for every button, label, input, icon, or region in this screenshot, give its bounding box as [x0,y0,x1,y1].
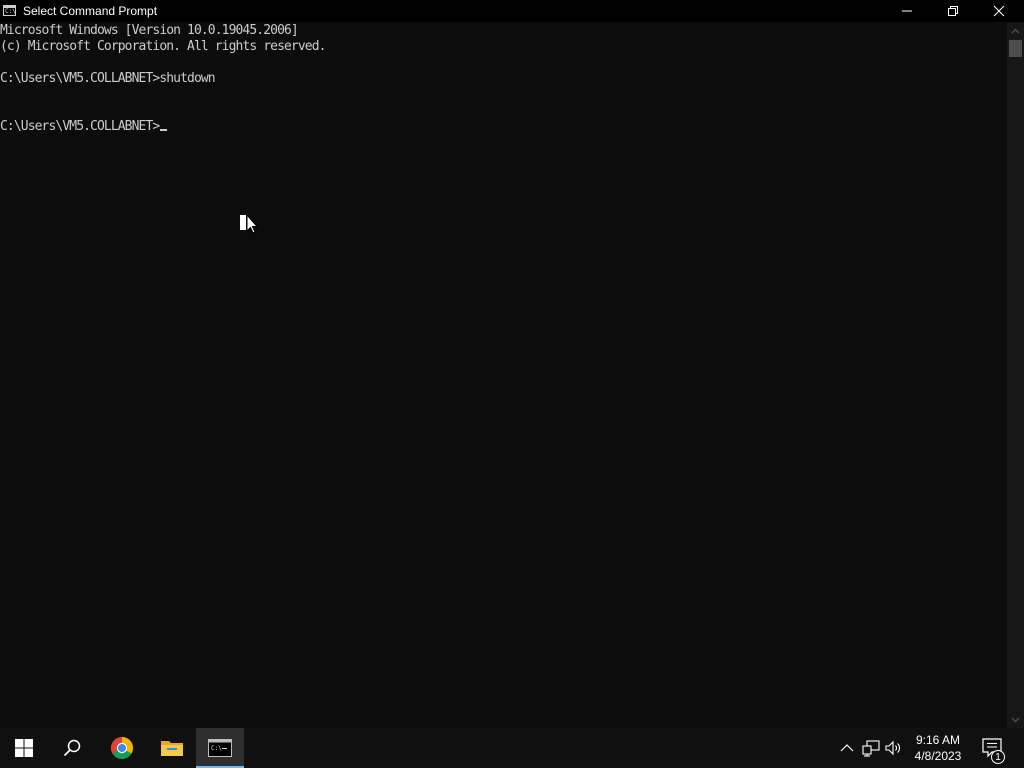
clock-time: 9:16 AM [915,733,961,747]
console-prompt: C:\Users\VM5.COLLABNET> [0,119,160,134]
title-bar[interactable]: C:\ Select Command Prompt [0,0,1024,22]
minimize-button[interactable] [884,0,930,22]
taskbar-command-prompt[interactable]: C:\ [196,728,244,768]
volume-icon[interactable] [884,738,904,758]
console-line: C:\Users\VM5.COLLABNET>shutdown [0,71,216,86]
taskbar-chrome[interactable] [98,728,146,768]
windows-logo-icon [15,739,33,757]
notification-count-badge: 1 [991,750,1005,764]
scrollbar-thumb[interactable] [1009,40,1022,57]
chevron-up-icon[interactable] [837,738,857,758]
console-prompt-line[interactable]: C:\Users\VM5.COLLABNET> [0,119,1006,135]
search-icon [63,739,81,757]
start-button[interactable] [0,728,48,768]
cmd-app-icon[interactable]: C:\ [3,5,16,16]
vertical-scrollbar[interactable] [1007,23,1024,728]
taskbar: C:\ 9:16 AM 4/8/2023 1 [0,728,1024,768]
scroll-down-arrow-icon[interactable] [1007,711,1024,728]
console-line: (c) Microsoft Corporation. All rights re… [0,39,326,54]
window-title: Select Command Prompt [23,4,158,18]
network-icon[interactable] [861,738,881,758]
folder-icon [161,741,183,756]
console-output[interactable]: Microsoft Windows [Version 10.0.19045.20… [0,23,1006,728]
minimize-icon [902,10,912,12]
scroll-up-arrow-icon[interactable] [1007,23,1024,40]
cmd-icon: C:\ [208,739,232,757]
close-icon [993,5,1005,17]
text-cursor [160,129,168,131]
chrome-icon [111,737,133,759]
mouse-pointer-icon [240,213,259,234]
cmd-app-icon-text: C:\ [5,8,16,15]
search-button[interactable] [48,728,96,768]
taskbar-file-explorer[interactable] [148,728,196,768]
taskbar-clock[interactable]: 9:16 AM 4/8/2023 [906,732,970,764]
svg-text:C:\: C:\ [211,745,222,752]
clock-date: 4/8/2023 [914,749,962,763]
restore-icon [948,6,958,16]
restore-button[interactable] [930,0,976,22]
close-button[interactable] [976,0,1022,22]
console-line: Microsoft Windows [Version 10.0.19045.20… [0,23,299,38]
command-prompt-window[interactable]: C:\ Select Command Prompt Microsoft Wind… [0,0,1024,728]
